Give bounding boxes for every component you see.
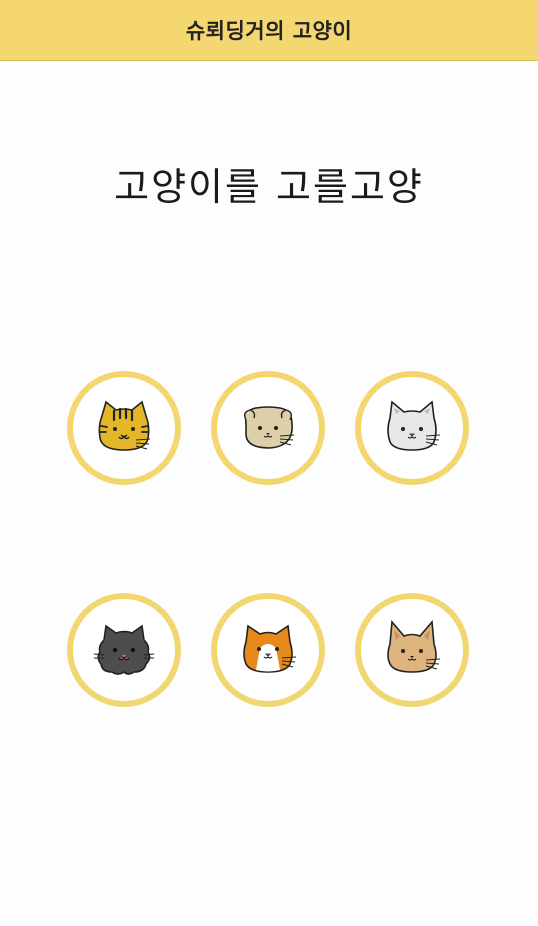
cat-selection-grid (0, 0, 538, 926)
cat-option-tan-long-ear[interactable] (355, 593, 469, 707)
cat-option-white-gray[interactable] (355, 371, 469, 485)
cat-option-black-fluffy[interactable] (67, 593, 181, 707)
orange-white-calico-cat-icon (243, 624, 297, 673)
cream-scottish-fold-cat-icon (243, 406, 295, 449)
tan-long-ear-cat-icon (387, 620, 441, 673)
yellow-tabby-cat-icon (98, 400, 151, 451)
cat-option-orange-calico[interactable] (211, 593, 325, 707)
cat-option-cream-fold[interactable] (211, 371, 325, 485)
black-fluffy-cat-icon (93, 624, 155, 675)
white-gray-cat-icon (387, 400, 441, 451)
cat-option-yellow-tabby[interactable] (67, 371, 181, 485)
